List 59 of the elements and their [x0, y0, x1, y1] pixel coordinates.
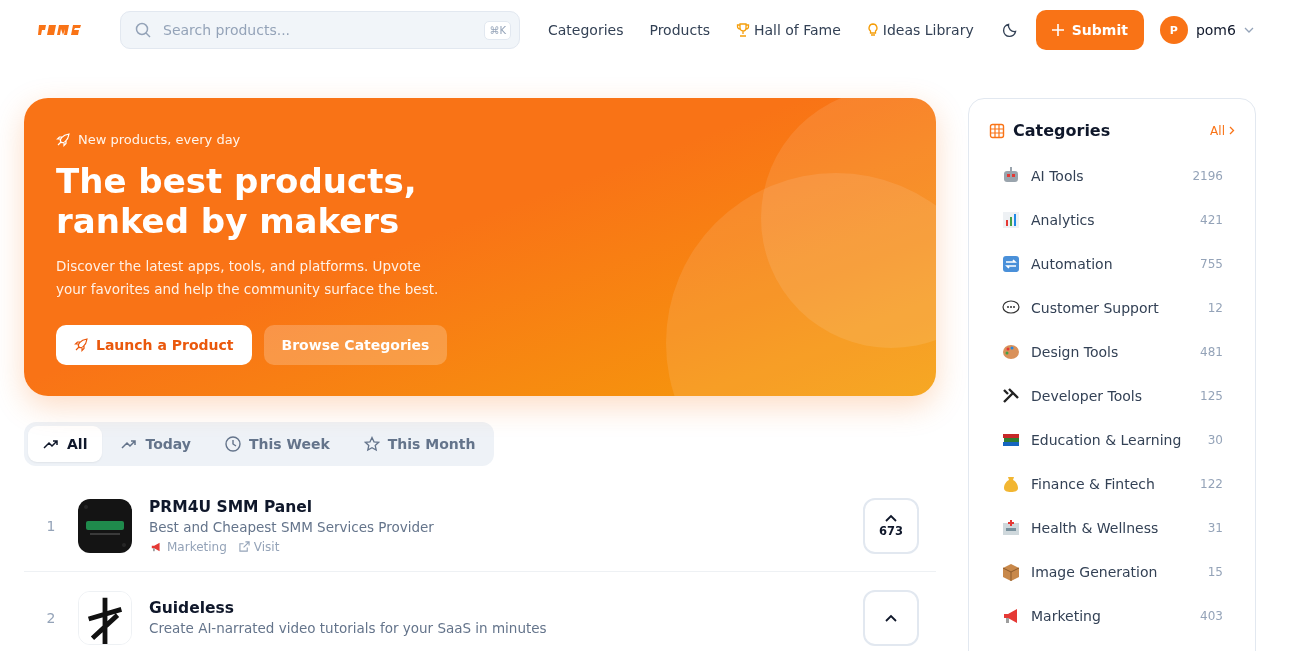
rocket-icon: [74, 338, 88, 352]
nav-link[interactable]: Categories: [548, 22, 624, 38]
category-icon: [1001, 254, 1021, 274]
hero-title: The best products, ranked by makers: [56, 161, 418, 241]
rank-number: 2: [45, 609, 57, 626]
moon-icon[interactable]: [1001, 22, 1018, 38]
trend-icon: [43, 439, 59, 449]
username[interactable]: pom6: [1195, 22, 1236, 38]
category-item[interactable]: Education & Learning 30: [989, 418, 1235, 462]
category-icon: [1001, 342, 1021, 362]
category-item[interactable]: Marketing 403: [989, 594, 1235, 638]
category-item[interactable]: Design Tools 481: [989, 330, 1235, 374]
logo[interactable]: [37, 23, 83, 37]
trophy-icon: [735, 23, 750, 37]
chevron-up-icon: [885, 513, 897, 522]
plus-icon: [1051, 24, 1064, 36]
megaphone-icon: [149, 540, 163, 553]
category-icon: [1001, 210, 1021, 230]
shortcut-hint: ⌘K: [484, 20, 511, 40]
product-name[interactable]: Guideless: [149, 599, 863, 617]
category-icon: [1001, 474, 1021, 494]
panel-title: Categories: [1013, 121, 1112, 140]
clock-icon: [224, 436, 241, 452]
category-item[interactable]: AI Tools 2196: [989, 154, 1235, 198]
category-item[interactable]: Developer Tools 125: [989, 374, 1235, 418]
rank-number: 1: [45, 517, 57, 534]
category-item[interactable]: Finance & Fintech 122: [989, 462, 1235, 506]
rocket-icon: [56, 132, 70, 147]
nav-link[interactable]: Hall of Fame: [735, 22, 841, 38]
product-tagline: Create AI-narrated video tutorials for your SaaS in minutes: [149, 620, 548, 636]
grid-icon: [989, 122, 1005, 139]
category-item[interactable]: Customer Support 12: [989, 286, 1235, 330]
category-item[interactable]: Analytics 421: [989, 198, 1235, 242]
filter-tab[interactable]: All: [28, 426, 103, 462]
chevron-down-icon[interactable]: [1243, 27, 1254, 33]
category-icon: [1001, 518, 1021, 538]
lightbulb-icon: [866, 23, 879, 37]
category-item[interactable]: Image Generation 15: [989, 550, 1235, 594]
hero-subtitle: Discover the latest apps, tools, and platforms. Upvote your favorites and help the community surface the best.: [56, 257, 440, 299]
trend-icon: [121, 439, 138, 449]
nav-link[interactable]: Ideas Library: [866, 22, 974, 38]
chevron-up-icon: [885, 613, 897, 622]
product-name[interactable]: PRM4U SMM Panel: [149, 497, 863, 516]
filter-tab[interactable]: This Month: [348, 426, 491, 462]
product-tagline: Best and Cheapest SMM Services Provider: [149, 518, 435, 535]
category-item[interactable]: Health & Wellness 31: [989, 506, 1235, 550]
filter-tab[interactable]: Today: [106, 426, 206, 462]
category-item[interactable]: Automation 755: [989, 242, 1235, 286]
star-icon: [363, 436, 380, 452]
chevron-right-icon: [1229, 126, 1235, 135]
search-icon: [135, 22, 151, 38]
external-link-icon: [238, 541, 250, 552]
launch-product-button[interactable]: Launch a Product: [56, 325, 252, 365]
filter-tab[interactable]: This Week: [209, 426, 345, 462]
hero-eyebrow: New products, every day: [78, 132, 241, 147]
nav-link[interactable]: Products: [649, 22, 710, 38]
category-icon: [1001, 562, 1021, 582]
upvote-button[interactable]: 673: [863, 497, 919, 554]
search-input[interactable]: Search products...: [161, 21, 475, 39]
